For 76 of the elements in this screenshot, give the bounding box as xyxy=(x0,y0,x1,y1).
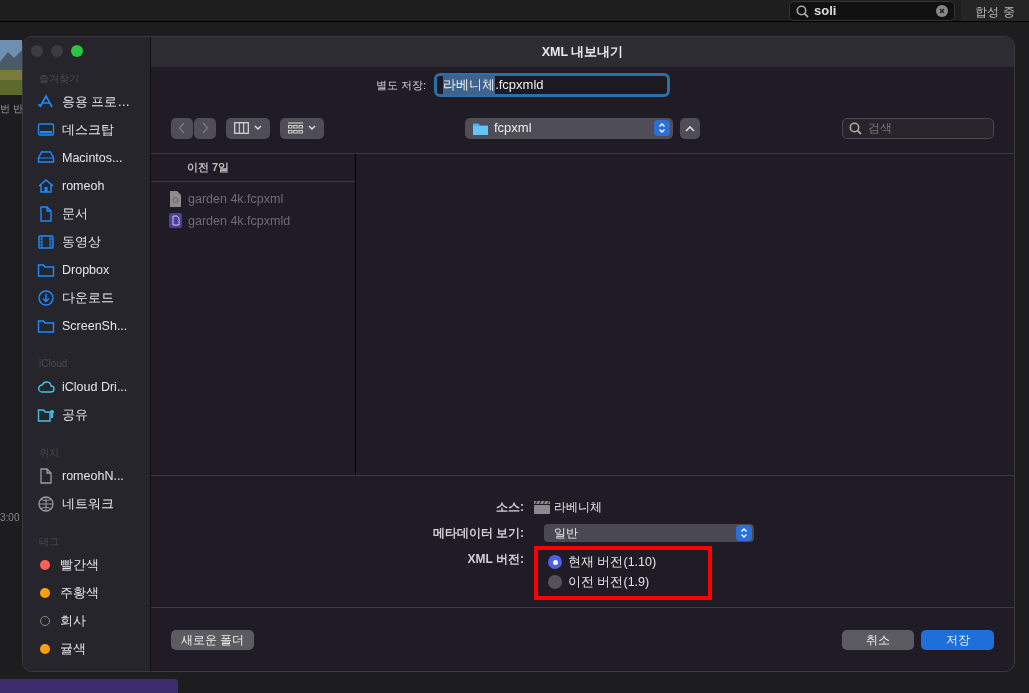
view-mode-button[interactable] xyxy=(226,117,270,139)
filename-field[interactable]: 라베니체.fcpxmld xyxy=(434,73,671,97)
document-icon xyxy=(37,205,55,223)
radio-label: 현재 버전(1.10) xyxy=(568,553,657,571)
sidebar-item[interactable]: 공유 xyxy=(23,401,150,429)
download-icon xyxy=(37,289,55,307)
radio-option[interactable]: 이전 버전(1.9) xyxy=(548,572,708,592)
field-label: XML 버전: xyxy=(466,551,524,568)
timecode: 3:00 xyxy=(0,511,21,525)
folder-icon xyxy=(37,317,55,335)
column-header: 이전 7일 xyxy=(151,154,355,182)
sidebar-item[interactable]: 응용 프로… xyxy=(23,88,150,116)
sidebar-item[interactable]: romeohN... xyxy=(23,462,150,490)
sidebar-item[interactable]: Dropbox xyxy=(23,256,150,284)
globe-icon xyxy=(37,495,55,513)
cancel-button[interactable]: 취소 xyxy=(842,629,914,650)
sidebar-item[interactable]: 데스크탑 xyxy=(23,116,150,144)
document-icon xyxy=(169,191,182,207)
folder-icon xyxy=(473,121,488,135)
clear-icon[interactable] xyxy=(936,5,948,17)
shared-folder-icon xyxy=(37,406,55,424)
sidebar-item[interactable]: Macintos... xyxy=(23,144,150,172)
back-button[interactable] xyxy=(171,117,193,139)
radio-button[interactable] xyxy=(548,555,562,569)
search-value: soli xyxy=(814,2,838,21)
forward-button[interactable] xyxy=(194,117,216,139)
chevron-right-icon xyxy=(201,122,209,134)
metadata-popup[interactable]: 일반 xyxy=(544,524,754,542)
sidebar-item[interactable]: 빨간색 xyxy=(23,551,150,579)
radio-option[interactable]: 현재 버전(1.10) xyxy=(548,552,708,572)
sidebar-item[interactable]: iCloud Dri... xyxy=(23,373,150,401)
zoom-button[interactable] xyxy=(71,45,83,57)
clapper-icon xyxy=(534,500,550,514)
search-icon xyxy=(849,121,862,135)
search-input[interactable]: 검색 xyxy=(868,119,978,137)
field-label: 소스: xyxy=(495,499,524,516)
desktop-icon xyxy=(37,121,55,139)
window-title: XML 내보내기 xyxy=(151,37,1014,67)
search-field[interactable]: soli xyxy=(789,1,955,21)
sidebar-item[interactable]: ScreenSh... xyxy=(23,312,150,340)
new-folder-button[interactable]: 새로운 폴더 xyxy=(171,629,255,650)
radio-label: 이전 버전(1.9) xyxy=(568,573,650,591)
sidebar-item[interactable]: 귤색 xyxy=(23,635,150,663)
location-popup[interactable]: fcpxml xyxy=(465,117,673,139)
search-icon xyxy=(796,4,809,18)
sidebar-item[interactable]: 동영상 xyxy=(23,228,150,256)
clip-caption: 번 반 xyxy=(0,102,22,116)
sidebar-item[interactable]: 회사 xyxy=(23,607,150,635)
folder-icon xyxy=(37,261,55,279)
sidebar-item[interactable]: romeoh xyxy=(23,172,150,200)
sidebar-item[interactable]: 네트워크 xyxy=(23,490,150,518)
film-icon xyxy=(37,233,55,251)
document-icon xyxy=(37,467,55,485)
radio-button[interactable] xyxy=(548,575,562,589)
field-label: 별도 저장: xyxy=(376,77,427,93)
package-icon xyxy=(169,213,182,229)
save-button[interactable]: 저장 xyxy=(921,629,994,650)
search-field[interactable]: 검색 xyxy=(842,117,994,139)
parent-folder-button[interactable] xyxy=(680,117,700,139)
field-label: 메타데이터 보기: xyxy=(431,525,524,542)
home-icon xyxy=(37,177,55,195)
stepper-icon xyxy=(740,527,748,539)
caret-icon xyxy=(254,125,262,131)
columns-icon xyxy=(234,122,249,134)
grid-icon xyxy=(288,122,303,134)
chevron-left-icon xyxy=(178,122,186,134)
cloud-icon xyxy=(37,378,55,396)
sidebar-item[interactable]: 문서 xyxy=(23,200,150,228)
chevron-up-icon xyxy=(685,124,695,132)
sidebar-item[interactable]: 다운로드 xyxy=(23,284,150,312)
caret-icon xyxy=(308,125,316,131)
group-button[interactable] xyxy=(280,117,324,139)
sidebar-item[interactable]: 주황색 xyxy=(23,579,150,607)
stepper-icon xyxy=(658,122,666,134)
panel-title: 합성 중 xyxy=(961,0,1029,21)
source-name: 라베니체 xyxy=(554,499,602,516)
